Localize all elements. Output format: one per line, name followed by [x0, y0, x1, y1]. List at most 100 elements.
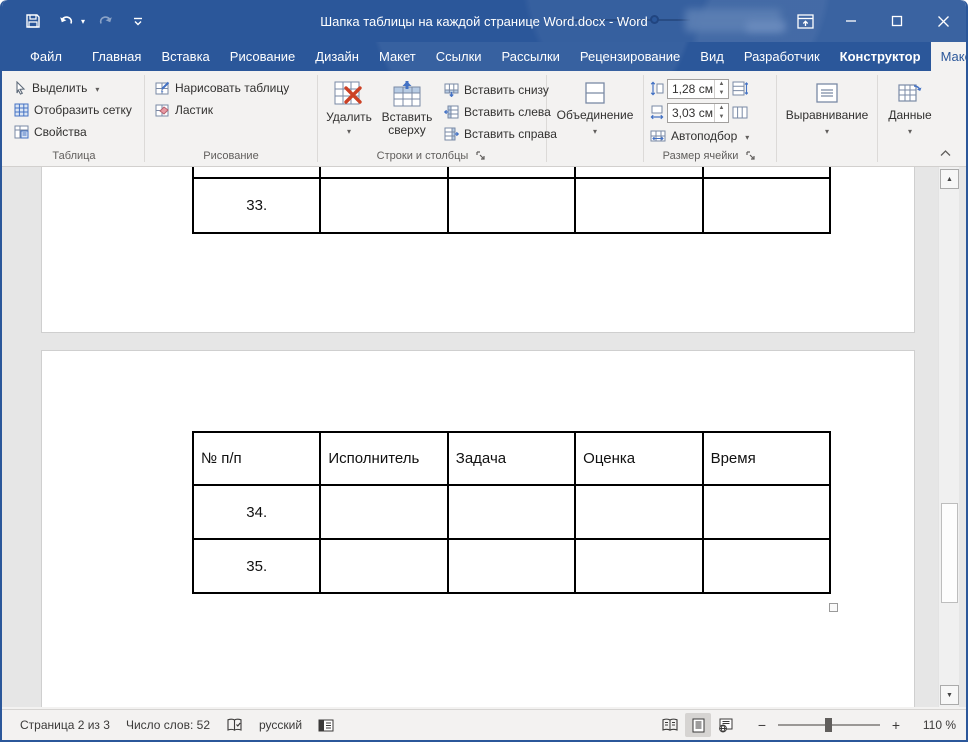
window-controls	[782, 0, 966, 42]
scrollbar-thumb[interactable]	[941, 503, 958, 603]
table-cell[interactable]	[446, 177, 577, 234]
table-cell[interactable]	[319, 177, 449, 234]
undo-icon[interactable]	[53, 8, 79, 34]
tab-table-layout[interactable]: Макет	[930, 42, 966, 71]
close-icon[interactable]	[920, 0, 966, 42]
distribute-columns-icon[interactable]	[732, 105, 748, 120]
insert-above-button[interactable]: Вставить сверху	[376, 77, 438, 147]
distribute-rows-icon[interactable]	[732, 81, 748, 96]
tab-mailings[interactable]: Рассылки	[492, 42, 570, 71]
table-cell[interactable]	[446, 167, 577, 179]
cell-size-dialog-launcher-icon[interactable]	[744, 149, 757, 162]
row-height-field: ▲ ▼	[667, 78, 729, 99]
alignment-button[interactable]: Выравнивание	[783, 77, 871, 164]
zoom-slider-thumb[interactable]	[824, 718, 832, 732]
table-cell[interactable]	[701, 538, 832, 594]
zoom-out-icon[interactable]: −	[754, 715, 770, 735]
table-cell[interactable]	[319, 167, 449, 179]
proofing-book-icon	[227, 718, 242, 731]
print-layout-icon[interactable]	[685, 713, 711, 737]
table-cell[interactable]	[574, 538, 704, 594]
header-cell[interactable]: Время	[701, 431, 832, 486]
tab-layout[interactable]: Макет	[369, 42, 426, 71]
table-cell[interactable]	[319, 484, 449, 540]
data-button[interactable]: Данные	[884, 77, 936, 164]
maximize-icon[interactable]	[874, 0, 920, 42]
status-bar-right: − + 110 %	[656, 713, 956, 737]
proofing-status[interactable]	[218, 710, 251, 740]
language-indicator[interactable]: русский	[251, 710, 310, 740]
ribbon-display-options-icon[interactable]	[782, 0, 828, 42]
table-page2: № п/п Исполнитель Задача Оценка Время 34…	[191, 431, 832, 594]
header-cell[interactable]: № п/п	[191, 431, 322, 486]
tab-insert[interactable]: Вставка	[151, 42, 219, 71]
table-cell[interactable]	[574, 177, 704, 234]
table-cell[interactable]	[574, 167, 704, 179]
row-height-decrement[interactable]: ▼	[715, 89, 728, 98]
titlebar-decoration	[558, 19, 690, 21]
minimize-icon[interactable]	[828, 0, 874, 42]
merge-cells-icon	[585, 82, 605, 104]
document-area: 33. № п/п Исполнитель Задача Оценка Врем…	[2, 167, 966, 707]
tab-design[interactable]: Дизайн	[305, 42, 369, 71]
eraser-button[interactable]: Ластик	[151, 99, 293, 121]
save-icon[interactable]	[20, 8, 46, 34]
macro-recording[interactable]	[310, 710, 342, 740]
scroll-up-icon[interactable]: ▲	[940, 169, 959, 189]
table-cell[interactable]	[446, 484, 577, 540]
tab-references[interactable]: Ссылки	[426, 42, 492, 71]
table-cell[interactable]	[701, 484, 832, 540]
row-height-input[interactable]	[668, 79, 714, 98]
table-cell-number[interactable]: 34.	[191, 484, 322, 540]
tab-file[interactable]: Файл	[20, 42, 72, 71]
table-cell[interactable]	[191, 167, 322, 179]
tab-developer[interactable]: Разработчик	[734, 42, 830, 71]
account-name-blur-2	[746, 21, 786, 32]
tab-draw[interactable]: Рисование	[220, 42, 305, 71]
insert-right-button[interactable]: Вставить справа	[440, 123, 561, 145]
customize-quick-access-icon[interactable]	[125, 8, 151, 34]
draw-table-button[interactable]: Нарисовать таблицу	[151, 77, 293, 99]
scroll-down-icon[interactable]: ▼	[940, 685, 959, 705]
zoom-slider[interactable]	[778, 718, 880, 732]
merge-button[interactable]: Объединение	[553, 77, 637, 164]
table-resize-handle[interactable]	[829, 603, 838, 612]
tab-home[interactable]: Главная	[82, 42, 151, 71]
header-cell[interactable]: Оценка	[574, 431, 704, 486]
table-cell[interactable]	[574, 484, 704, 540]
group-draw: Нарисовать таблицу Ластик Рисование	[145, 71, 317, 166]
table-cell-number[interactable]: 35.	[191, 538, 322, 594]
header-cell[interactable]: Исполнитель	[319, 431, 449, 486]
table-cell[interactable]	[701, 177, 832, 234]
undo-dropdown-caret[interactable]: ▾	[81, 17, 85, 26]
table-cell-number[interactable]: 33.	[191, 177, 322, 234]
tab-table-design[interactable]: Конструктор	[830, 42, 931, 71]
column-width-increment[interactable]: ▲	[715, 104, 728, 113]
read-mode-icon[interactable]	[657, 713, 683, 737]
tab-view[interactable]: Вид	[690, 42, 734, 71]
collapse-ribbon-icon[interactable]	[936, 145, 954, 161]
table-cell[interactable]	[319, 538, 449, 594]
delete-button[interactable]: Удалить	[324, 77, 374, 147]
insert-below-button[interactable]: Вставить снизу	[440, 79, 561, 101]
column-width-input[interactable]	[668, 103, 714, 122]
word-count[interactable]: Число слов: 52	[118, 710, 218, 740]
header-cell[interactable]: Задача	[446, 431, 577, 486]
column-width-decrement[interactable]: ▼	[715, 113, 728, 122]
tab-review[interactable]: Рецензирование	[570, 42, 690, 71]
autofit-button[interactable]: Автоподбор	[650, 125, 753, 147]
table-row: 33.	[191, 177, 832, 234]
properties-button[interactable]: Свойства	[10, 121, 136, 143]
view-gridlines-button[interactable]: Отобразить сетку	[10, 99, 136, 121]
table-cell[interactable]	[446, 538, 577, 594]
web-layout-icon[interactable]	[713, 713, 739, 737]
page-indicator[interactable]: Страница 2 из 3	[12, 710, 118, 740]
zoom-in-icon[interactable]: +	[888, 715, 904, 735]
rows-columns-dialog-launcher-icon[interactable]	[474, 149, 487, 162]
select-button[interactable]: Выделить	[10, 77, 136, 99]
row-height-increment[interactable]: ▲	[715, 80, 728, 89]
zoom-level[interactable]: 110 %	[912, 718, 956, 732]
vertical-scrollbar[interactable]: ▲ ▼	[938, 167, 959, 707]
table-cell[interactable]	[701, 167, 832, 179]
insert-left-button[interactable]: Вставить слева	[440, 101, 561, 123]
